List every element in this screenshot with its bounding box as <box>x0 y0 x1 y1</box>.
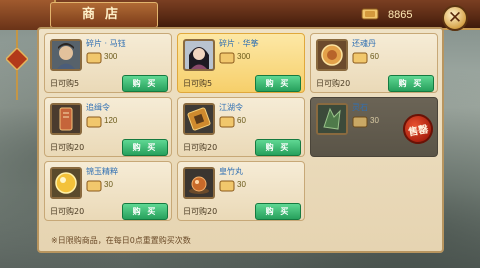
coin-scroll-icon <box>219 116 235 128</box>
purchase-limit: 日可购5 <box>50 79 80 88</box>
chinese-knot-icon <box>6 48 28 76</box>
item-price: 30 <box>237 180 246 189</box>
buy-button[interactable]: 购 买 <box>255 139 301 156</box>
portrait-mayu-icon <box>50 39 82 71</box>
coin-scroll-icon <box>352 116 368 128</box>
purchase-limit: 日可购20 <box>50 207 85 216</box>
spirit-stone-icon <box>316 103 348 135</box>
shop-item-card[interactable]: 锦玉精粹 30 日可购20 购 买 <box>44 161 172 221</box>
item-price: 120 <box>104 116 118 125</box>
item-name: 皇竹丸 <box>219 167 243 176</box>
item-price: 300 <box>104 52 118 61</box>
close-button[interactable]: ✕ <box>442 5 468 31</box>
page-title: 商店 <box>81 7 128 22</box>
purchase-limit: 日可购20 <box>183 143 218 152</box>
coin-scroll-icon <box>86 116 102 128</box>
item-price: 30 <box>104 180 113 189</box>
coin-scroll-icon <box>219 180 235 192</box>
jade-essence-icon <box>50 167 82 199</box>
item-price: 60 <box>370 52 379 61</box>
footer-note: ※日限购商品，在每日0点重置购买次数 <box>51 236 191 245</box>
buy-button[interactable]: 购 买 <box>122 139 168 156</box>
sold-out-seal: 售罄 <box>400 111 436 147</box>
item-name: 碎片 · 马钰 <box>86 39 126 48</box>
shop-item-card[interactable]: 皇竹丸 30 日可购20 购 买 <box>177 161 305 221</box>
coin-scroll-icon <box>361 8 379 20</box>
header-ornament-left <box>0 0 56 30</box>
purchase-limit: 日可购5 <box>183 79 213 88</box>
bamboo-pill-icon <box>183 167 215 199</box>
item-price: 30 <box>370 116 379 125</box>
item-name: 追缉令 <box>86 103 110 112</box>
buy-button[interactable]: 购 买 <box>122 75 168 92</box>
buy-button[interactable]: 购 买 <box>388 75 434 92</box>
coin-scroll-icon <box>219 52 235 64</box>
item-name: 还魂丹 <box>352 39 376 48</box>
item-name: 灵石 <box>352 103 368 112</box>
buy-button[interactable]: 购 买 <box>255 75 301 92</box>
purchase-limit: 日可购20 <box>50 143 85 152</box>
purchase-limit: 日可购20 <box>316 79 351 88</box>
currency-amount: 8865 <box>388 9 413 21</box>
close-icon: ✕ <box>447 7 463 28</box>
shop-item-card[interactable]: 碎片 · 马钰 300 日可购5 购 买 <box>44 33 172 93</box>
coin-scroll-icon <box>86 180 102 192</box>
shop-item-card[interactable]: 还魂丹 60 日可购20 购 买 <box>310 33 438 93</box>
shop-item-card[interactable]: 追缉令 120 日可购20 购 买 <box>44 97 172 157</box>
buy-button[interactable]: 购 买 <box>122 203 168 220</box>
shop-item-card-sold-out: 灵石 30 售罄 <box>310 97 438 157</box>
item-name: 江湖令 <box>219 103 243 112</box>
warrant-icon <box>50 103 82 135</box>
item-name: 锦玉精粹 <box>86 167 118 176</box>
buy-button[interactable]: 购 买 <box>255 203 301 220</box>
token-icon <box>183 103 215 135</box>
shop-panel: 碎片 · 马钰 300 日可购5 购 买 碎片 · 华筝 300 日可购5 购 … <box>37 27 444 253</box>
item-price: 60 <box>237 116 246 125</box>
purchase-limit: 日可购20 <box>183 207 218 216</box>
pill-icon <box>316 39 348 71</box>
shop-item-card[interactable]: 江湖令 60 日可购20 购 买 <box>177 97 305 157</box>
portrait-huazheng-icon <box>183 39 215 71</box>
shop-item-card[interactable]: 碎片 · 华筝 300 日可购5 购 买 <box>177 33 305 93</box>
coin-scroll-icon <box>352 52 368 64</box>
item-price: 300 <box>237 52 251 61</box>
coin-scroll-icon <box>86 52 102 64</box>
item-name: 碎片 · 华筝 <box>219 39 259 48</box>
